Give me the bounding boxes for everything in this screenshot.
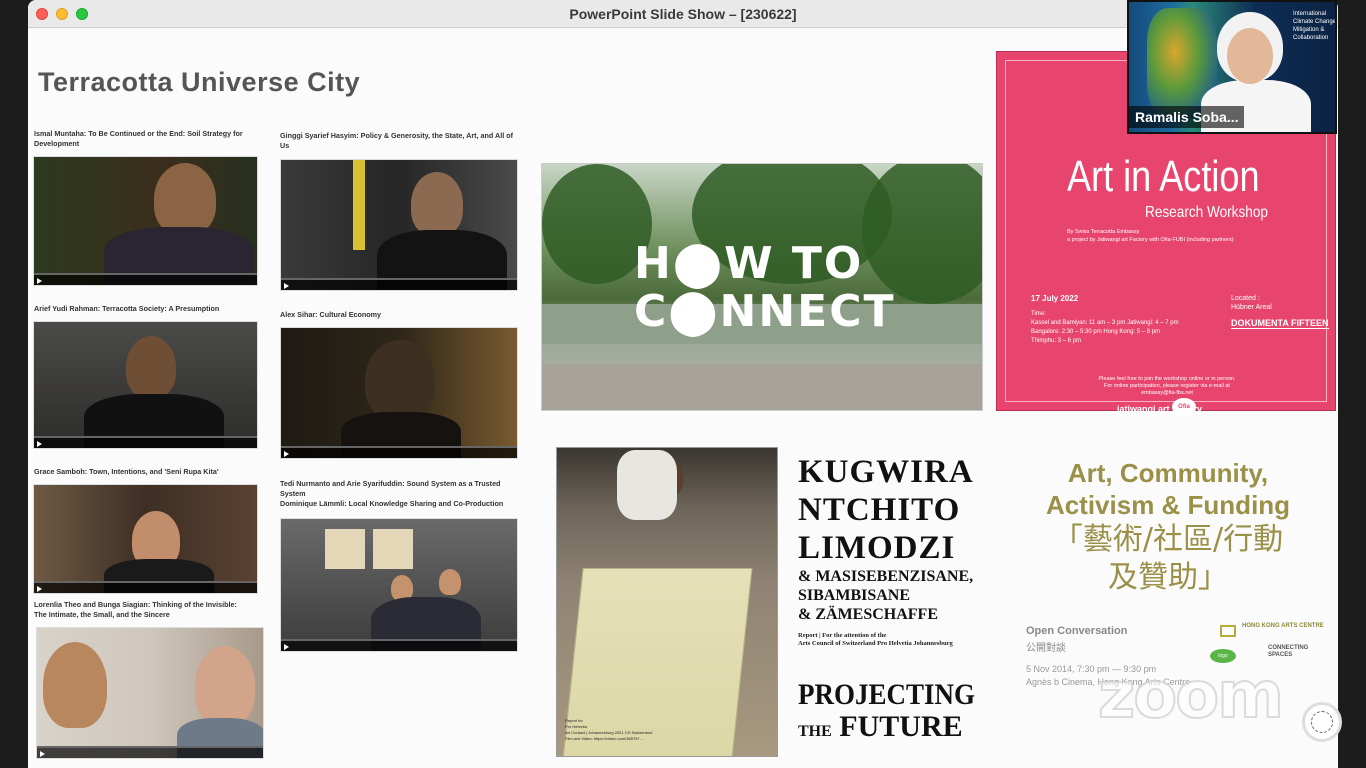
- slide-canvas[interactable]: Terracotta Universe City Ismal Muntaha: …: [28, 29, 1338, 768]
- poster-subtitle: Research Workshop: [1145, 204, 1268, 221]
- how-to-connect-title: C⬤NNECT: [634, 286, 896, 337]
- open-conversation-label: Open Conversation: [1026, 625, 1128, 637]
- projecting-line: PROJECTING: [798, 678, 976, 711]
- video-caption: Ismal Muntaha: To Be Continued or the En…: [34, 129, 243, 148]
- slide-title: Terracotta Universe City: [38, 67, 361, 97]
- how-to-connect-title: H⬤W TO: [634, 238, 864, 289]
- play-icon[interactable]: [281, 641, 517, 651]
- acaf-chinese-title: 「藝術/社區/行動: [1052, 522, 1284, 557]
- projecting-the-future-title: PROJECTING THE FUTURE: [798, 679, 998, 748]
- participant-face: [1227, 28, 1273, 84]
- video-caption: Lorenlia Theo and Bunga Siagian: Thinkin…: [34, 600, 237, 619]
- video-caption: Tedi Nurmanto and Arie Syarifuddin: Soun…: [280, 479, 504, 508]
- art-community-poster: Art, Community, Activism & Funding 「藝術/社…: [1018, 457, 1318, 597]
- video-thumbnail[interactable]: [280, 518, 518, 652]
- report-subtitle-line: & MASISEBENZISANE,: [798, 568, 974, 585]
- report-title-line: LIMODZI: [798, 530, 956, 566]
- play-icon[interactable]: [34, 438, 257, 448]
- zoom-watermark: zoom: [1097, 658, 1285, 734]
- connecting-spaces-label: CONNECTING SPACES: [1268, 645, 1309, 658]
- photo-caption: Report for Pro Helvetia Art Contact | Jo…: [565, 718, 653, 741]
- play-icon[interactable]: [281, 280, 517, 290]
- scroll-painting-photo: Report for Pro Helvetia Art Contact | Jo…: [556, 447, 778, 757]
- report-subtitle-line: SIBAMBISANE: [798, 587, 911, 604]
- play-icon[interactable]: [34, 275, 257, 285]
- hkac-label: HONG KONG ARTS CENTRE: [1242, 623, 1324, 629]
- open-conversation-cn: 公開對談: [1026, 643, 1066, 654]
- poster-times: Time: Kassel and Bamiyan: 11 am – 3 pm J…: [1031, 311, 1179, 344]
- report-title-line: KUGWIRA: [798, 454, 974, 490]
- report-title-line: NTCHITO: [798, 492, 961, 528]
- play-icon[interactable]: [37, 748, 263, 758]
- kugwira-report-title: KUGWIRA NTCHITO LIMODZI & MASISEBENZISAN…: [798, 453, 998, 648]
- video-thumbnail[interactable]: [280, 327, 518, 459]
- video-caption: Arief Yudi Rahman: Terracotta Society: A…: [34, 304, 220, 313]
- video-caption: Alex Sihar: Cultural Economy: [280, 310, 382, 319]
- seal-icon: [1302, 702, 1342, 742]
- participant-video-tile[interactable]: International Climate Change Mitigation …: [1127, 0, 1337, 134]
- documenta-logo: DOKUMENTA FIFTEEN: [1231, 318, 1329, 329]
- poster-byline: By Swiss Terracotta Embassy a project by…: [1067, 229, 1234, 243]
- background-text: International Climate Change Mitigation …: [1293, 11, 1337, 41]
- future-word: FUTURE: [839, 710, 963, 743]
- how-to-connect-image: H⬤W TO C⬤NNECT: [541, 163, 983, 411]
- the-word: THE: [798, 723, 832, 740]
- video-thumbnail[interactable]: [33, 156, 258, 286]
- acaf-title-line: Art, Community,: [1067, 458, 1269, 488]
- hkac-logo-icon: [1220, 625, 1236, 637]
- participant-name: Ramalis Soba...: [1129, 106, 1245, 128]
- video-thumbnail[interactable]: [33, 484, 258, 594]
- poster-date: 17 July 2022: [1031, 294, 1079, 303]
- report-note: Report | For the attention of the Arts C…: [798, 632, 953, 647]
- report-subtitle-line: & ZÄMESCHAFFE: [798, 606, 938, 623]
- poster-title: Art in Action: [1067, 152, 1260, 201]
- acaf-title-line: Activism & Funding: [1045, 490, 1291, 520]
- video-caption: Ginggi Syarief Hasyim: Policy & Generosi…: [280, 131, 513, 150]
- poster-location: Located : Hübner Areal: [1231, 295, 1272, 311]
- poster-join-note: Please feel free to join the workshop on…: [1098, 376, 1236, 396]
- play-icon[interactable]: [281, 448, 517, 458]
- video-thumbnail[interactable]: [280, 159, 518, 291]
- play-icon[interactable]: [34, 583, 257, 593]
- acaf-chinese-title: 及贊助」: [1108, 560, 1228, 595]
- video-caption: Grace Samboh: Town, Intentions, and 'Sen…: [34, 467, 219, 476]
- video-thumbnail[interactable]: [36, 627, 264, 759]
- ofia-logo: Ofia: [1172, 398, 1196, 416]
- video-thumbnail[interactable]: [33, 321, 258, 449]
